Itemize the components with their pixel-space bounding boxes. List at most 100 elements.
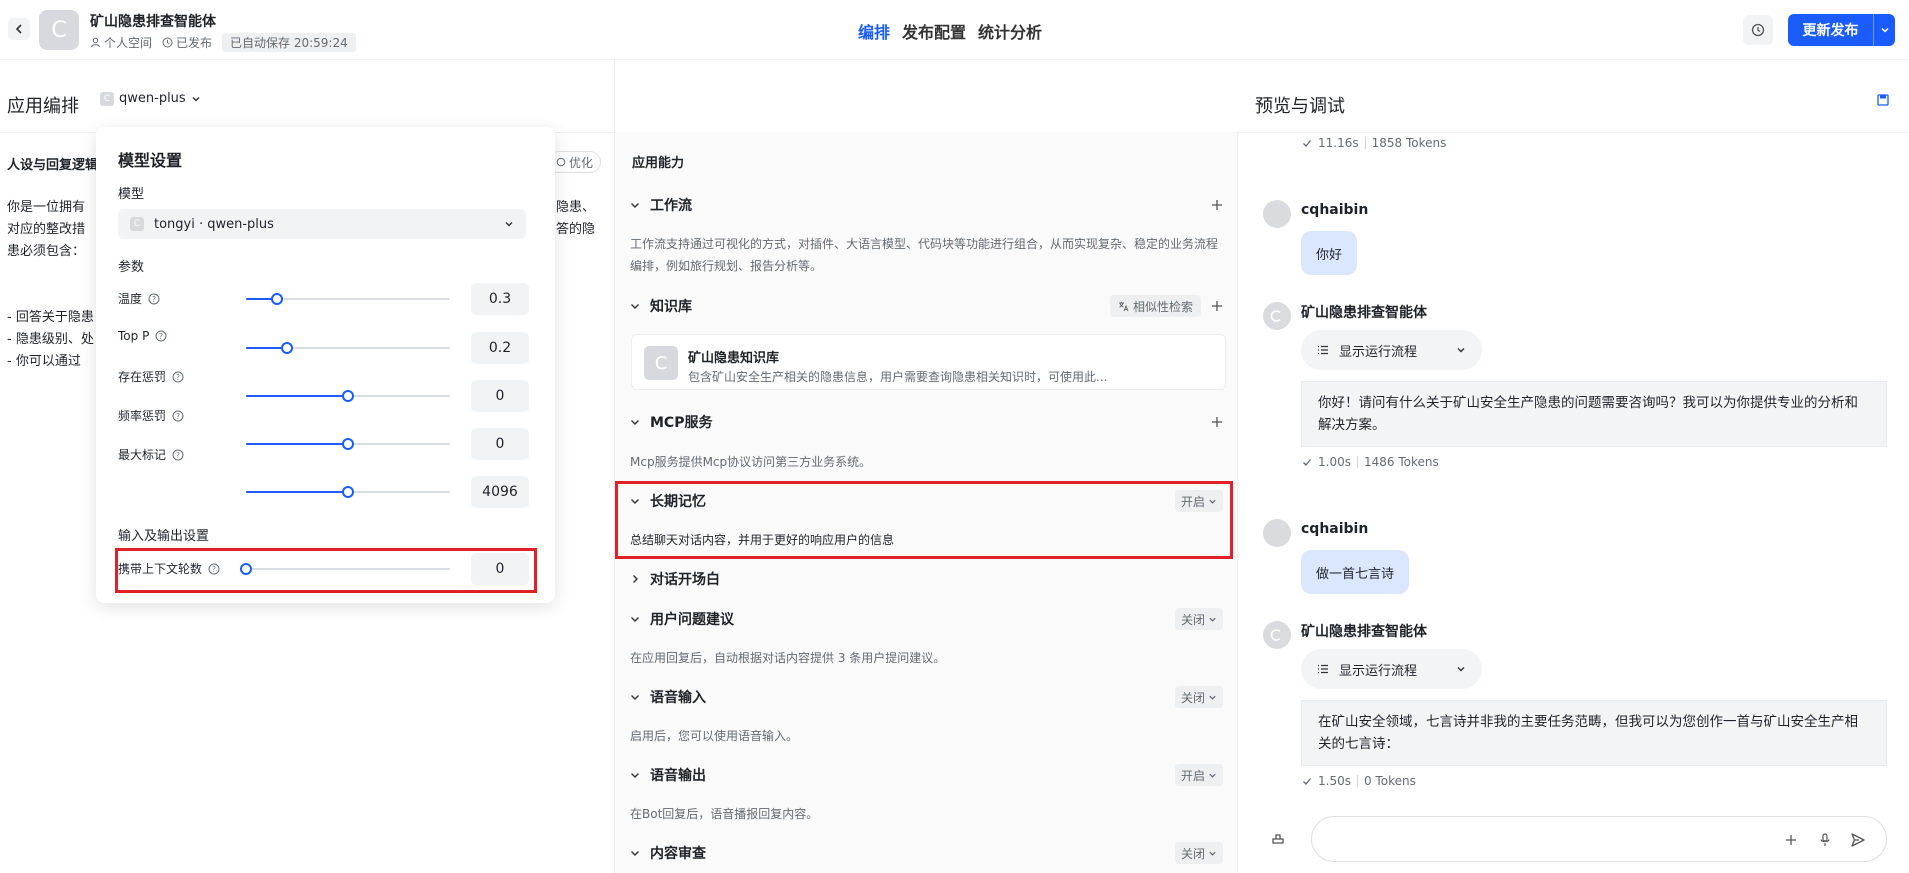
frequency-penalty-slider[interactable] <box>246 438 450 450</box>
publish-status: 已发布 <box>162 34 212 51</box>
persona-line: 对应的整改措 <box>7 222 86 237</box>
optimize-button[interactable]: 优化 <box>548 151 602 173</box>
similarity-search-button[interactable]: 相似性检索 <box>1109 295 1201 317</box>
user-name: cqhaibin <box>1301 202 1369 218</box>
suggest-toggle[interactable]: 关闭 <box>1174 608 1223 630</box>
presence-penalty-slider[interactable] <box>246 390 450 402</box>
max-tokens-input[interactable]: 4096 <box>471 476 529 508</box>
voice-output-toggle[interactable]: 开启 <box>1174 764 1223 786</box>
moderation-toggle[interactable]: 关闭 <box>1174 842 1223 864</box>
help-icon[interactable]: ? <box>148 293 160 305</box>
model-logo: C <box>130 217 144 231</box>
top-p-input[interactable]: 0.2 <box>471 332 529 364</box>
chevron-down-icon <box>192 96 200 102</box>
chevron-left-icon <box>15 24 22 34</box>
chevron-down-icon <box>1457 348 1465 353</box>
model-label: 模型 <box>118 187 145 202</box>
chevron-down-icon <box>631 695 639 700</box>
slider-handle[interactable] <box>342 438 354 450</box>
highlight-box <box>115 548 537 593</box>
slider-handle[interactable] <box>280 342 293 354</box>
persona-line: - 你可以通过 <box>7 354 81 369</box>
show-run-flow-button[interactable]: 显示运行流程 <box>1301 330 1482 370</box>
orchestration-title: 应用编排 <box>7 96 79 117</box>
plus-icon[interactable] <box>1785 834 1797 846</box>
chevron-down-icon <box>631 203 639 208</box>
back-button[interactable] <box>8 18 30 40</box>
history-clock-icon <box>1751 23 1765 37</box>
model-settings-title: 模型设置 <box>118 151 183 170</box>
section-workflow[interactable]: 工作流 <box>628 193 1223 217</box>
help-icon[interactable]: ? <box>155 330 167 342</box>
clear-history-icon[interactable] <box>1270 830 1286 846</box>
voice-input-desc: 启用后，您可以使用语音输入。 <box>630 729 799 743</box>
param-top-p-label: Top P ? <box>118 329 167 343</box>
model-logo: C <box>100 91 114 106</box>
publish-dropdown-toggle[interactable] <box>1873 14 1895 46</box>
slider-fill <box>246 443 348 445</box>
help-icon[interactable]: ? <box>172 410 184 422</box>
svg-text:?: ? <box>176 412 180 421</box>
chevron-down-icon <box>1880 27 1889 33</box>
voice-input-toggle[interactable]: 关闭 <box>1174 686 1223 708</box>
tab-statistics[interactable]: 统计分析 <box>978 19 1042 43</box>
user-avatar <box>1263 200 1291 228</box>
param-max-tokens-label: 最大标记 ? <box>118 446 184 463</box>
slider-fill <box>246 395 348 397</box>
add-knowledge-icon[interactable] <box>1211 300 1223 312</box>
slider-handle[interactable] <box>342 486 354 498</box>
translate-icon <box>1118 301 1129 311</box>
section-mcp[interactable]: MCP服务 <box>628 410 1223 434</box>
knowledge-name: 矿山隐患知识库 <box>688 351 780 366</box>
microphone-icon[interactable] <box>1819 833 1831 847</box>
section-voice-input[interactable]: 语音输入 关闭 <box>628 685 1223 709</box>
bot-name: 矿山隐患排查智能体 <box>1301 305 1427 321</box>
show-run-flow-button[interactable]: 显示运行流程 <box>1301 649 1482 689</box>
divider <box>1238 132 1909 133</box>
slider-handle[interactable] <box>342 390 354 402</box>
history-button[interactable] <box>1743 15 1773 45</box>
persona-line-tail: 答的隐 <box>556 222 596 237</box>
presence-penalty-input[interactable]: 0 <box>471 380 529 412</box>
bot-logo-icon <box>1270 629 1281 641</box>
save-icon[interactable] <box>1877 94 1889 106</box>
chevron-down-icon <box>631 617 639 622</box>
section-moderation[interactable]: 内容审查 关闭 <box>628 841 1223 865</box>
add-workflow-icon[interactable] <box>1211 199 1223 211</box>
send-icon[interactable] <box>1850 832 1866 848</box>
section-voice-output[interactable]: 语音输出 开启 <box>628 763 1223 787</box>
preview-title: 预览与调试 <box>1255 96 1345 117</box>
persona-line: - 隐患级别、处 <box>7 332 94 347</box>
update-publish-button[interactable]: 更新发布 <box>1788 14 1895 46</box>
persona-line: - 回答关于隐患 <box>7 310 94 325</box>
help-icon[interactable]: ? <box>172 449 184 461</box>
section-suggestions[interactable]: 用户问题建议 关闭 <box>628 607 1223 631</box>
chevron-down-icon <box>505 222 513 227</box>
persona-line: 患必须包含： <box>7 244 86 259</box>
section-opening[interactable]: 对话开场白 <box>628 567 1223 591</box>
top-p-slider[interactable] <box>246 342 450 354</box>
model-select[interactable]: C tongyi · qwen-plus <box>118 209 526 239</box>
chevron-down-icon <box>1209 617 1216 622</box>
section-knowledge[interactable]: 知识库 相似性检索 <box>628 294 1223 318</box>
temperature-slider[interactable] <box>246 293 450 305</box>
app-name: 矿山隐患排查智能体 <box>90 14 216 30</box>
tab-publish-config[interactable]: 发布配置 <box>902 19 966 43</box>
tab-orchestrate[interactable]: 编排 <box>858 19 890 43</box>
help-icon[interactable]: ? <box>172 371 184 383</box>
temperature-input[interactable]: 0.3 <box>471 283 529 315</box>
model-picker[interactable]: C qwen-plus <box>100 91 201 106</box>
chat-input[interactable] <box>1311 816 1887 862</box>
model-settings-popover: 模型设置 模型 C tongyi · qwen-plus 参数 温度 ? 0.3… <box>96 127 555 603</box>
voice-output-desc: 在Bot回复后，语音播报回复内容。 <box>630 807 819 821</box>
max-tokens-slider[interactable] <box>246 486 450 498</box>
add-mcp-icon[interactable] <box>1211 416 1223 428</box>
svg-text:?: ? <box>176 451 180 460</box>
slider-handle[interactable] <box>270 293 283 305</box>
chevron-down-icon <box>1457 667 1465 672</box>
bot-logo-icon <box>1270 310 1281 322</box>
frequency-penalty-input[interactable]: 0 <box>471 428 529 460</box>
knowledge-item[interactable]: C 矿山隐患知识库 包含矿山安全生产相关的隐患信息，用户需要查询隐患相关知识时，… <box>631 334 1226 390</box>
optimize-icon <box>556 157 566 167</box>
separator <box>1364 137 1366 149</box>
